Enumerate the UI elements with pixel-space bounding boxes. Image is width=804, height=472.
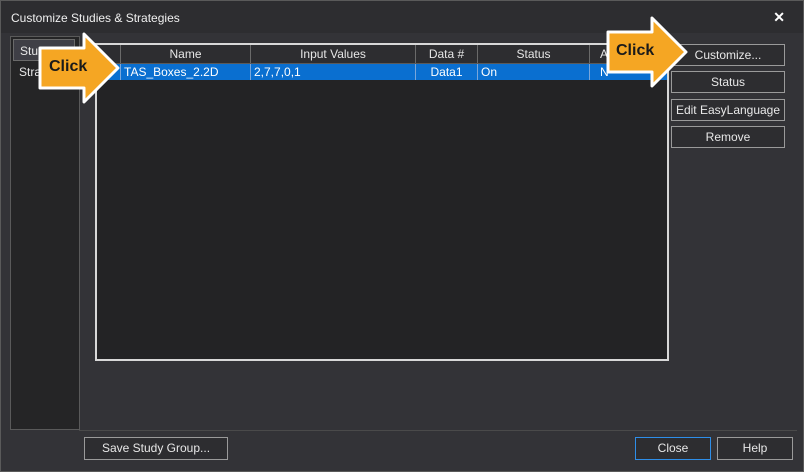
row-name: TAS_Boxes_2.2D [121, 64, 251, 80]
close-icon[interactable]: ✕ [773, 9, 785, 26]
dialog-title: Customize Studies & Strategies [11, 11, 180, 25]
studies-list[interactable]: Name Input Values Data # Status A TAS_Bo… [95, 43, 669, 361]
remove-button[interactable]: Remove [671, 126, 785, 148]
footer-divider [79, 430, 797, 431]
edit-easylanguage-button[interactable]: Edit EasyLanguage [671, 99, 785, 121]
row-status: On [478, 64, 590, 80]
save-study-group-button[interactable]: Save Study Group... [84, 437, 228, 460]
table-row[interactable]: TAS_Boxes_2.2D 2,7,7,0,1 Data1 On N [97, 64, 667, 80]
click-callout-right-label: Click [616, 42, 655, 59]
header-name[interactable]: Name [121, 45, 251, 63]
header-status[interactable]: Status [478, 45, 590, 63]
list-header: Name Input Values Data # Status A [97, 45, 667, 64]
help-button[interactable]: Help [717, 437, 793, 460]
click-callout-left-label: Click [49, 58, 88, 75]
row-input-values: 2,7,7,0,1 [251, 64, 416, 80]
customize-button[interactable]: Customize... [671, 44, 785, 66]
close-button[interactable]: Close [635, 437, 711, 460]
row-data-number: Data1 [416, 64, 478, 80]
status-button[interactable]: Status [671, 71, 785, 93]
header-data-number[interactable]: Data # [416, 45, 478, 63]
header-input-values[interactable]: Input Values [251, 45, 416, 63]
